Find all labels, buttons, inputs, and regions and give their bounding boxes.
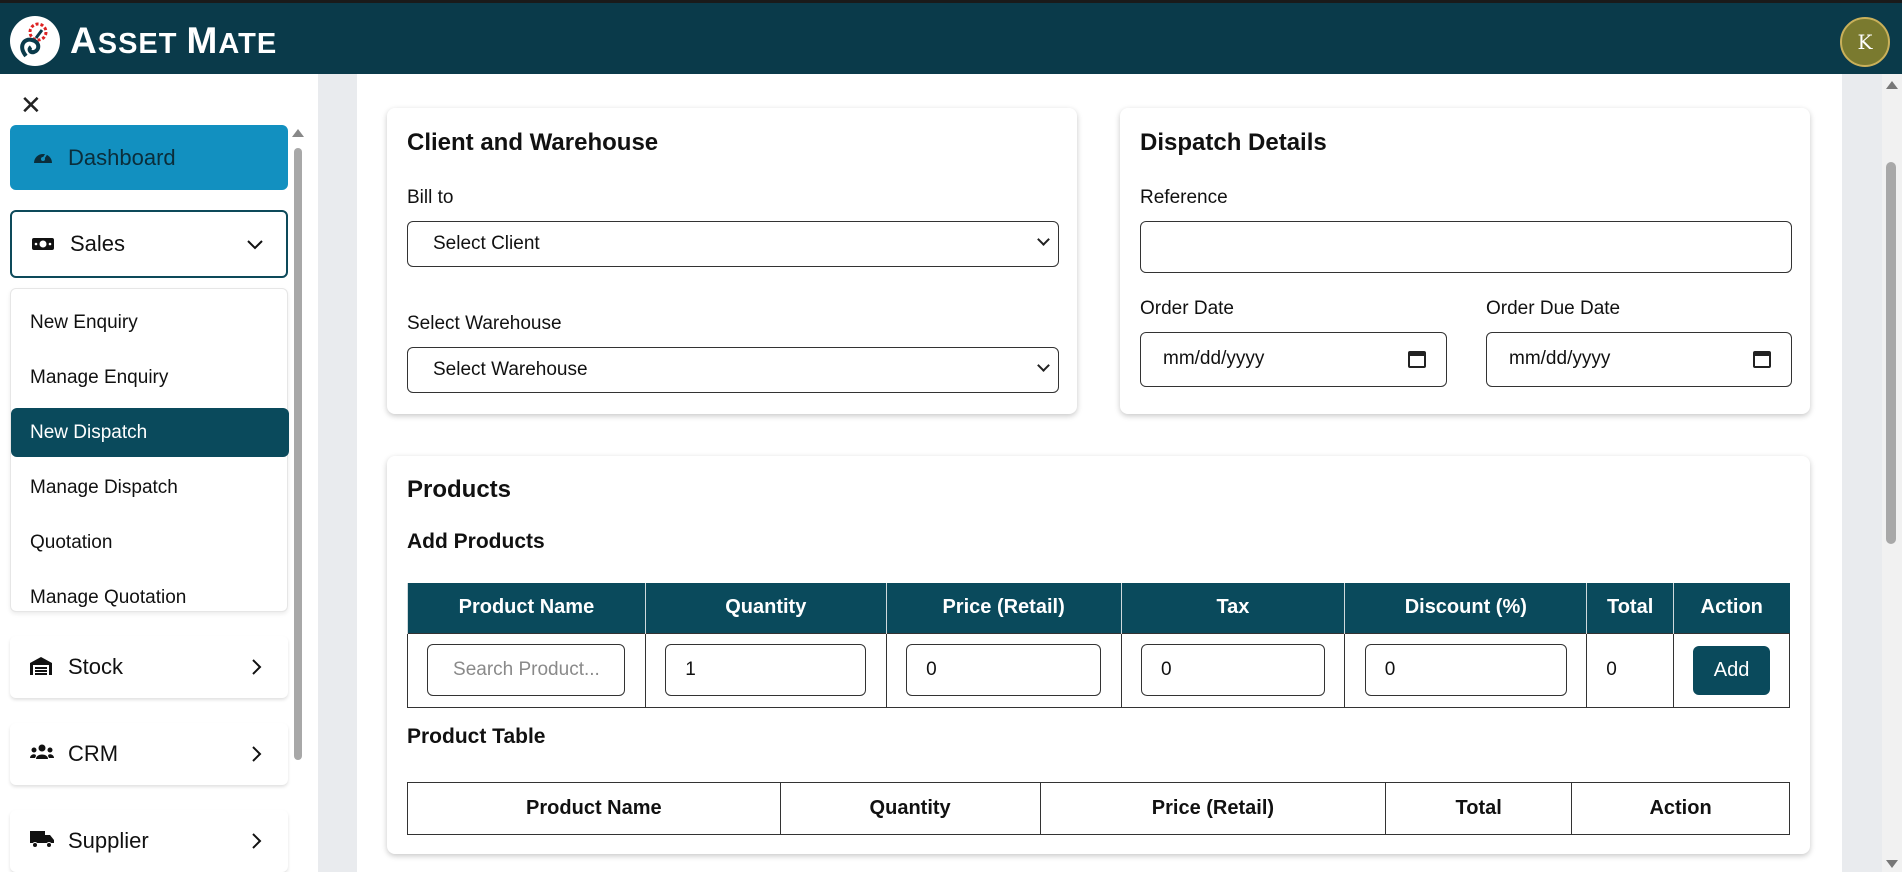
column-header: Product Name <box>407 583 646 633</box>
page-scroll-down-arrow[interactable] <box>1886 860 1898 868</box>
chevron-right-icon <box>252 833 262 849</box>
sidebar-scrollbar[interactable] <box>294 148 302 760</box>
add-products-title: Add Products <box>407 530 545 553</box>
quantity-input[interactable]: 1 <box>665 644 867 696</box>
card-title: Client and Warehouse <box>407 129 659 156</box>
chevron-down-icon <box>1037 359 1050 372</box>
column-header: Price (Retail) <box>885 583 1122 633</box>
price-input[interactable]: 0 <box>906 644 1102 696</box>
sidebar-item-label: Sales <box>70 231 126 256</box>
sidebar-item-stock[interactable]: Stock <box>10 636 288 698</box>
order-date-value: mm/dd/yyyy <box>1163 348 1265 369</box>
close-sidebar-icon[interactable]: ✕ <box>20 92 42 118</box>
logo-icon <box>10 16 60 66</box>
add-product-button[interactable]: Add <box>1693 645 1771 695</box>
sidebar-scroll-up-arrow[interactable] <box>292 129 304 137</box>
product-search-input[interactable]: Search Product... <box>427 644 626 696</box>
sidebar-item-label: Supplier <box>68 828 149 853</box>
chevron-right-icon <box>252 746 262 762</box>
products-card: Products Add Products Product Name Quant… <box>387 456 1810 854</box>
warehouse-icon <box>30 657 52 675</box>
client-warehouse-card: Client and Warehouse Bill to Select Clie… <box>387 108 1077 414</box>
reference-label: Reference <box>1140 187 1228 208</box>
column-header: Action <box>1673 583 1790 633</box>
sidebar-item-supplier[interactable]: Supplier <box>10 810 288 872</box>
due-date-input[interactable]: mm/dd/yyyy <box>1486 332 1792 387</box>
chevron-down-icon <box>247 240 263 250</box>
column-header: Total <box>1385 782 1573 835</box>
tax-input[interactable]: 0 <box>1140 644 1325 696</box>
reference-input[interactable] <box>1140 221 1792 273</box>
due-date-value: mm/dd/yyyy <box>1509 348 1611 369</box>
warehouse-select-value: Select Warehouse <box>433 359 588 380</box>
warehouse-label: Select Warehouse <box>407 313 562 334</box>
column-header: Tax <box>1120 583 1345 633</box>
user-avatar[interactable]: K <box>1840 17 1890 67</box>
submenu-manage-quotation[interactable]: Manage Quotation <box>11 573 289 622</box>
products-title: Products <box>407 476 512 503</box>
bill-to-label: Bill to <box>407 187 454 208</box>
column-header: Price (Retail) <box>1039 782 1387 835</box>
chevron-down-icon <box>1037 233 1050 246</box>
submenu-manage-enquiry[interactable]: Manage Enquiry <box>11 353 289 402</box>
product-table-title: Product Table <box>407 725 546 748</box>
warehouse-select[interactable]: Select Warehouse <box>407 347 1059 393</box>
sidebar-item-label: CRM <box>68 741 119 766</box>
users-icon <box>30 744 54 759</box>
main-content: Client and Warehouse Bill to Select Clie… <box>357 74 1842 872</box>
submenu-quotation[interactable]: Quotation <box>11 518 289 567</box>
column-header: Quantity <box>644 583 887 633</box>
sidebar: ✕ Dashboard Sales New Enquiry Manage Enq… <box>0 74 318 872</box>
dashboard-gauge-icon <box>34 152 52 163</box>
order-date-label: Order Date <box>1140 298 1234 319</box>
submenu-new-enquiry[interactable]: New Enquiry <box>11 298 289 347</box>
column-header: Action <box>1571 782 1790 835</box>
chevron-right-icon <box>252 659 262 675</box>
truck-icon <box>30 831 54 848</box>
top-bar: ASSET MATE K <box>0 0 1902 74</box>
money-icon <box>32 238 54 250</box>
brand-name: ASSET MATE <box>70 20 278 61</box>
column-header: Discount (%) <box>1344 583 1587 633</box>
submenu-new-dispatch[interactable]: New Dispatch <box>11 408 289 457</box>
dispatch-details-card: Dispatch Details Reference Order Date mm… <box>1120 108 1810 414</box>
sidebar-item-crm[interactable]: CRM <box>10 723 288 785</box>
sales-submenu: New Enquiry Manage Enquiry New Dispatch … <box>10 288 289 612</box>
column-header: Product Name <box>407 782 781 835</box>
client-select[interactable]: Select Client <box>407 221 1059 267</box>
calendar-icon[interactable] <box>1753 351 1771 368</box>
table-row: Search Product... 1 0 0 0 0 Add <box>407 632 1790 708</box>
card-title: Dispatch Details <box>1140 129 1327 156</box>
page-scrollbar-thumb[interactable] <box>1886 162 1896 544</box>
order-date-input[interactable]: mm/dd/yyyy <box>1140 332 1447 387</box>
row-total: 0 <box>1586 632 1675 708</box>
discount-input[interactable]: 0 <box>1364 644 1567 696</box>
submenu-manage-dispatch[interactable]: Manage Dispatch <box>11 463 289 512</box>
add-products-table: Product Name Quantity Price (Retail) Tax… <box>407 583 1790 708</box>
sidebar-item-label: Stock <box>68 654 124 679</box>
due-date-label: Order Due Date <box>1486 298 1621 319</box>
sidebar-item-sales[interactable]: Sales <box>10 210 288 278</box>
sidebar-item-label: Dashboard <box>68 144 176 170</box>
client-select-value: Select Client <box>433 233 540 254</box>
column-header: Total <box>1586 583 1674 633</box>
page-scroll-up-arrow[interactable] <box>1886 81 1898 89</box>
sidebar-item-dashboard[interactable]: Dashboard <box>10 125 288 190</box>
calendar-icon[interactable] <box>1408 351 1426 368</box>
product-table: Product Name Quantity Price (Retail) Tot… <box>407 782 1790 835</box>
column-header: Quantity <box>779 782 1041 835</box>
